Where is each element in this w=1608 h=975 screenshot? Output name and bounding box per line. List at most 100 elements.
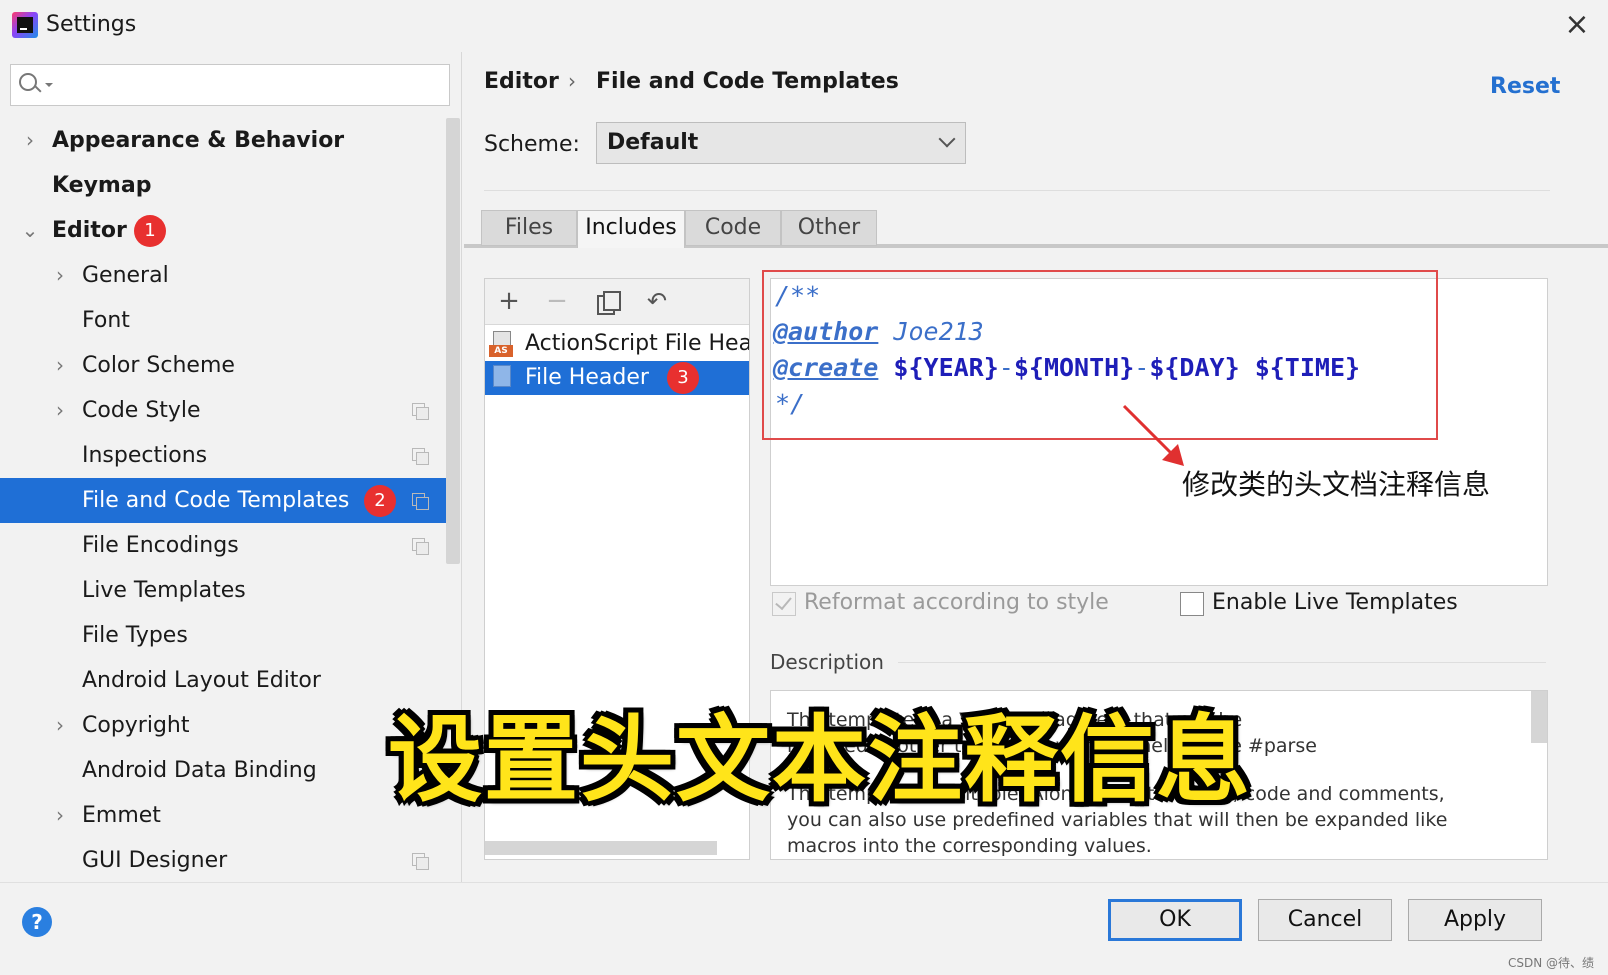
list-item-label: File Header xyxy=(525,365,649,390)
project-settings-icon xyxy=(412,403,429,420)
add-icon[interactable]: + xyxy=(495,287,523,315)
scheme-dropdown[interactable]: Default xyxy=(596,122,966,164)
sidebar-item-copyright[interactable]: › Copyright xyxy=(0,703,446,748)
project-settings-icon xyxy=(412,853,429,870)
annotation-highlight-box xyxy=(762,270,1438,440)
actionscript-file-icon: AS xyxy=(489,331,515,357)
sidebar-item-code-style[interactable]: › Code Style xyxy=(0,388,446,433)
chevron-down-icon[interactable]: ⌄ xyxy=(20,208,40,253)
breadcrumb-separator-icon: › xyxy=(568,69,576,93)
sidebar-item-file-and-code-templates[interactable]: File and Code Templates 2 xyxy=(0,478,446,523)
annotation-text: 修改类的头文档注释信息 xyxy=(1182,468,1491,501)
video-subtitle: 设置头文本注释信息 xyxy=(388,706,1253,815)
sidebar-item-label: Font xyxy=(82,308,130,333)
sidebar-item-label: File Types xyxy=(82,623,188,648)
sidebar-item-general[interactable]: › General xyxy=(0,253,446,298)
apply-button[interactable]: Apply xyxy=(1408,899,1542,941)
enable-live-templates-checkbox[interactable] xyxy=(1180,592,1204,616)
sidebar-item-android-layout-editor[interactable]: Android Layout Editor xyxy=(0,658,446,703)
step-badge-3: 3 xyxy=(667,362,699,394)
tab-files[interactable]: Files xyxy=(481,210,577,246)
chevron-right-icon[interactable]: › xyxy=(50,703,70,748)
intellij-app-icon xyxy=(12,12,38,38)
sidebar-item-label: Android Data Binding xyxy=(82,758,317,783)
description-scrollbar[interactable] xyxy=(1531,691,1547,743)
sidebar-scrollbar[interactable] xyxy=(446,118,460,564)
sidebar-item-appearance-behavior[interactable]: › Appearance & Behavior xyxy=(0,118,446,163)
step-badge-1: 1 xyxy=(134,215,166,247)
template-list-toolbar: + − ↶ xyxy=(485,279,749,325)
sidebar-item-keymap[interactable]: Keymap xyxy=(0,163,446,208)
sidebar-item-file-encodings[interactable]: File Encodings xyxy=(0,523,446,568)
search-icon xyxy=(19,73,53,91)
scheme-label: Scheme: xyxy=(484,132,580,157)
sidebar-item-gui-designer[interactable]: GUI Designer xyxy=(0,838,446,883)
sidebar-item-label: Code Style xyxy=(82,398,201,423)
copy-template-icon[interactable] xyxy=(597,291,621,315)
tab-other[interactable]: Other xyxy=(781,210,877,246)
description-label: Description xyxy=(770,650,884,674)
project-settings-icon xyxy=(412,448,429,465)
reset-to-default-icon[interactable]: ↶ xyxy=(643,287,671,315)
window-title: Settings xyxy=(46,12,137,37)
sidebar-item-label: General xyxy=(82,263,169,288)
sidebar-item-live-templates[interactable]: Live Templates xyxy=(0,568,446,613)
sidebar-item-label: File Encodings xyxy=(82,533,239,558)
chevron-right-icon[interactable]: › xyxy=(20,118,40,163)
list-horizontal-scrollbar[interactable] xyxy=(485,841,717,855)
sidebar-item-inspections[interactable]: Inspections xyxy=(0,433,446,478)
java-file-icon xyxy=(489,365,515,391)
cancel-button[interactable]: Cancel xyxy=(1258,899,1392,941)
reformat-label: Reformat according to style xyxy=(804,590,1109,615)
sidebar-item-android-data-binding[interactable]: Android Data Binding xyxy=(0,748,446,793)
project-settings-icon xyxy=(412,538,429,555)
chevron-right-icon[interactable]: › xyxy=(50,793,70,838)
sidebar-item-label: Color Scheme xyxy=(82,353,235,378)
sidebar-item-label: GUI Designer xyxy=(82,848,228,873)
tab-code[interactable]: Code xyxy=(685,210,781,246)
settings-tree: › Appearance & Behavior Keymap ⌄ Editor … xyxy=(0,118,446,883)
chevron-right-icon[interactable]: › xyxy=(50,343,70,388)
divider xyxy=(484,190,1550,191)
divider xyxy=(898,662,1546,663)
sidebar-item-label: File and Code Templates xyxy=(82,488,350,513)
reset-link[interactable]: Reset xyxy=(1490,74,1560,99)
sidebar-item-color-scheme[interactable]: › Color Scheme xyxy=(0,343,446,388)
project-settings-icon xyxy=(412,493,429,510)
annotation-arrow-icon xyxy=(1122,404,1184,466)
search-box[interactable] xyxy=(10,64,450,106)
sidebar-item-editor[interactable]: ⌄ Editor 1 xyxy=(0,208,446,253)
list-item-file-header[interactable]: File Header 3 xyxy=(485,361,749,395)
dialog-footer: ? OK Cancel Apply CSDN @待、绩 xyxy=(0,882,1608,975)
sidebar-item-file-types[interactable]: File Types xyxy=(0,613,446,658)
title-bar: Settings × xyxy=(0,0,1608,52)
watermark: CSDN @待、绩 xyxy=(1507,956,1594,970)
close-icon[interactable]: × xyxy=(1562,10,1592,40)
list-item-actionscript-file-header[interactable]: AS ActionScript File Header xyxy=(485,327,749,361)
remove-icon[interactable]: − xyxy=(543,287,571,315)
template-tabs: Files Includes Code Other xyxy=(464,210,1608,248)
enable-live-templates-label: Enable Live Templates xyxy=(1212,590,1458,615)
sidebar-item-label: Inspections xyxy=(82,443,208,468)
chevron-right-icon[interactable]: › xyxy=(50,253,70,298)
sidebar-item-label: Editor xyxy=(52,218,127,243)
chevron-down-icon xyxy=(938,130,956,148)
chevron-right-icon[interactable]: › xyxy=(50,388,70,433)
page-title: File and Code Templates xyxy=(596,69,899,94)
breadcrumb-parent[interactable]: Editor xyxy=(484,69,559,94)
step-badge-2: 2 xyxy=(364,485,396,517)
reformat-checkbox[interactable] xyxy=(772,592,796,616)
search-input[interactable] xyxy=(55,71,435,99)
sidebar-item-font[interactable]: Font xyxy=(0,298,446,343)
sidebar-item-emmet[interactable]: › Emmet xyxy=(0,793,446,838)
sidebar-item-label: Appearance & Behavior xyxy=(52,128,345,153)
sidebar-item-label: Emmet xyxy=(82,803,161,828)
list-item-label: ActionScript File Header xyxy=(525,331,749,356)
tab-includes[interactable]: Includes xyxy=(577,210,685,248)
help-icon[interactable]: ? xyxy=(22,907,52,937)
sidebar-item-label: Keymap xyxy=(52,173,152,198)
sidebar-item-label: Live Templates xyxy=(82,578,246,603)
ok-button[interactable]: OK xyxy=(1108,899,1242,941)
scheme-selected-value: Default xyxy=(607,130,699,155)
sidebar-item-label: Android Layout Editor xyxy=(82,668,321,693)
